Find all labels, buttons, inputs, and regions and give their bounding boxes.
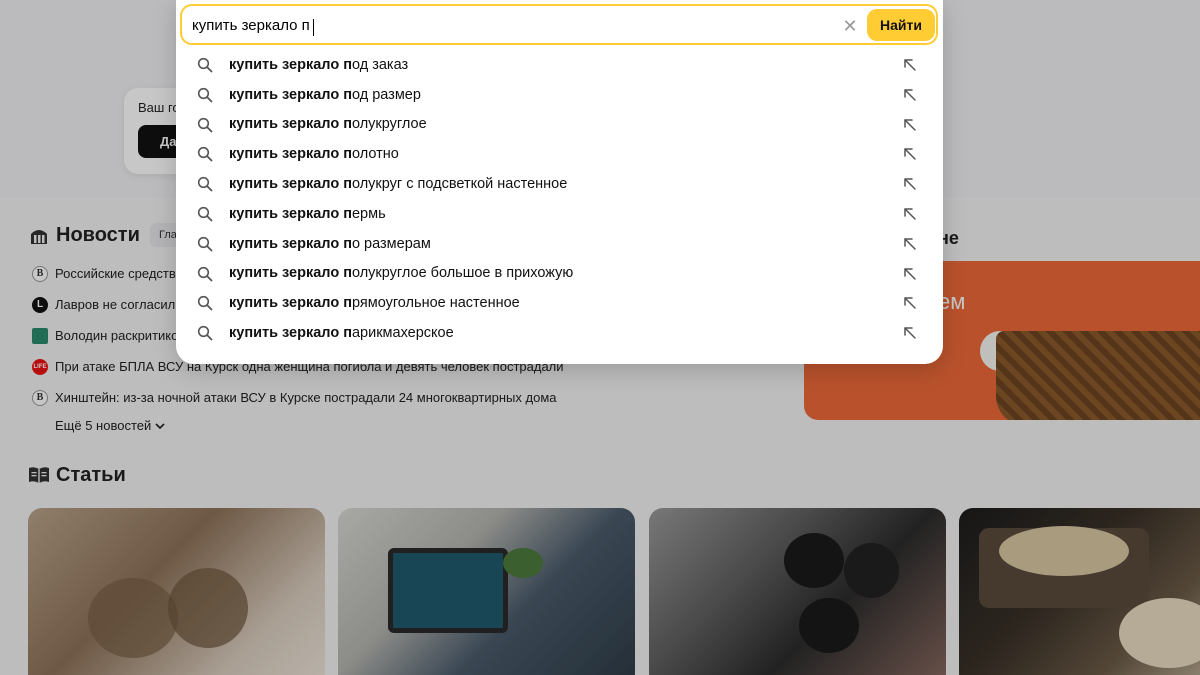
suggestion-suffix: рямоугольное настенное [351,295,520,312]
suggestion-suffix: арикмахерское [351,325,454,342]
clear-icon[interactable]: ✕ [840,16,860,36]
search-icon [197,147,213,162]
suggestion-prefix: купить зеркало п [229,235,352,252]
search-panel: ✕ Найти купить зеркало под заказ купить … [176,0,943,364]
arrow-up-left-icon[interactable] [902,87,918,103]
search-input[interactable] [192,13,832,37]
suggestion-prefix: купить зеркало п [229,56,352,73]
suggestion-text: купить зеркало под размер [229,87,421,103]
search-icon [197,117,213,132]
arrow-up-left-icon[interactable] [902,146,918,162]
suggestion-prefix: купить зеркало п [229,146,352,163]
suggestion-text: купить зеркало по размерам [229,236,431,252]
search-icon [197,266,213,281]
suggestion-suffix: ермь [351,205,386,222]
suggestion-prefix: купить зеркало п [229,116,352,133]
suggestion-item[interactable]: купить зеркало под заказ [176,50,943,80]
arrow-up-left-icon[interactable] [902,117,918,133]
text-caret [313,19,314,36]
suggestion-text: купить зеркало парикмахерское [229,325,454,341]
suggestion-item[interactable]: купить зеркало полукруглое [176,110,943,140]
suggestion-prefix: купить зеркало п [229,295,352,312]
suggestion-suffix: о размерам [351,235,431,252]
search-icon [197,177,213,192]
suggestion-suffix: од заказ [351,56,409,73]
search-submit-button[interactable]: Найти [867,9,935,41]
suggestion-text: купить зеркало полукруглое большое в при… [229,265,573,281]
suggestion-suffix: олукруглое большое в прихожую [351,265,574,282]
suggestion-text: купить зеркало полукруглое [229,116,427,132]
arrow-up-left-icon[interactable] [902,206,918,222]
search-icon [197,87,213,103]
arrow-up-left-icon[interactable] [902,295,918,311]
suggestion-suffix: олотно [351,146,399,163]
suggestion-item[interactable]: купить зеркало по размерам [176,229,943,259]
arrow-up-left-icon[interactable] [902,266,918,282]
search-icon [197,236,213,252]
search-icon [197,296,213,311]
suggestion-item[interactable]: купить зеркало полукруг с подсветкой нас… [176,169,943,199]
search-box[interactable]: ✕ Найти [180,4,938,45]
arrow-up-left-icon[interactable] [902,57,918,73]
suggestion-text: купить зеркало полотно [229,146,399,162]
suggestion-prefix: купить зеркало п [229,86,352,103]
suggestion-text: купить зеркало под заказ [229,57,408,73]
suggestion-text: купить зеркало пермь [229,206,386,222]
search-icon [197,326,213,341]
suggestion-prefix: купить зеркало п [229,205,352,222]
suggestion-item[interactable]: купить зеркало под размер [176,80,943,110]
suggestion-item[interactable]: купить зеркало полотно [176,139,943,169]
arrow-up-left-icon[interactable] [902,176,918,192]
suggestion-prefix: купить зеркало п [229,265,352,282]
suggestion-item[interactable]: купить зеркало полукруглое большое в при… [176,259,943,289]
suggestion-item[interactable]: купить зеркало парикмахерское [176,318,943,348]
arrow-up-left-icon[interactable] [902,236,918,252]
suggestion-prefix: купить зеркало п [229,176,352,193]
suggestion-suffix: олукруглое [351,116,427,133]
search-icon [197,57,213,73]
search-icon [197,206,213,222]
suggestion-suffix: од размер [351,86,421,103]
suggestion-item[interactable]: купить зеркало прямоугольное настенное [176,288,943,318]
suggestion-list: купить зеркало под заказ купить зеркало … [176,50,943,348]
suggestion-prefix: купить зеркало п [229,325,352,342]
arrow-up-left-icon[interactable] [902,325,918,341]
suggestion-text: купить зеркало прямоугольное настенное [229,295,520,311]
suggestion-text: купить зеркало полукруг с подсветкой нас… [229,176,567,192]
suggestion-suffix: олукруг с подсветкой настенное [351,176,568,193]
suggestion-item[interactable]: купить зеркало пермь [176,199,943,229]
